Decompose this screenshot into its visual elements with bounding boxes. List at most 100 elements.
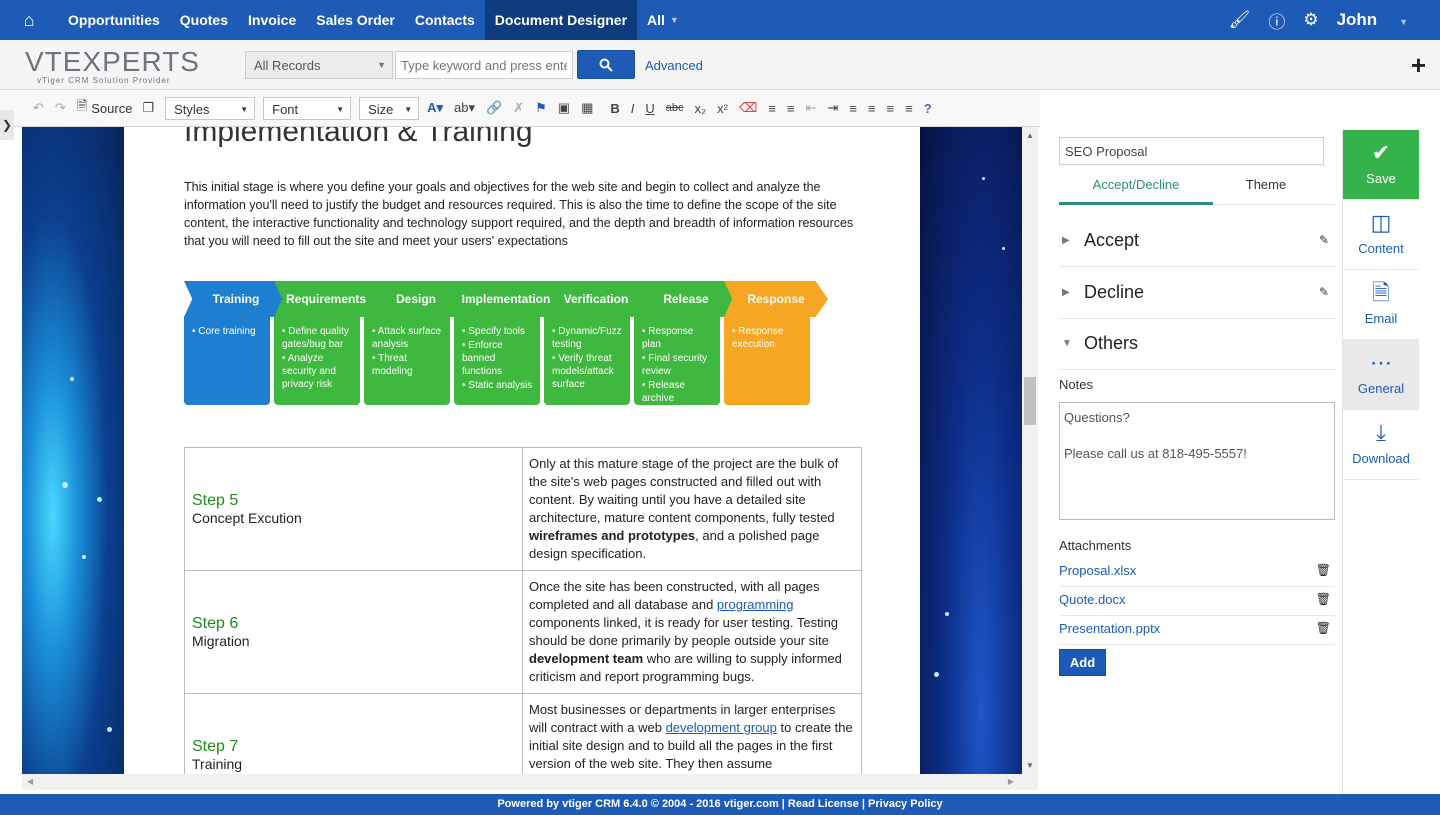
home-icon[interactable]: ⌂ <box>0 0 58 40</box>
expand-sidebar-toggle[interactable]: ❯ <box>0 110 14 140</box>
download-label: Download <box>1352 451 1410 466</box>
document-name-input[interactable]: SEO Proposal <box>1059 137 1324 165</box>
align-left-icon[interactable]: ≡ <box>849 101 857 116</box>
scroll-left-icon[interactable]: ◀ <box>27 777 33 786</box>
help-icon[interactable]: ? <box>924 101 932 116</box>
anchor-flag-icon[interactable]: ⚑ <box>535 100 547 116</box>
save-button[interactable]: ✔ Save <box>1343 130 1419 200</box>
programming-link[interactable]: programming <box>717 597 794 612</box>
accordion-label: Others <box>1084 333 1139 353</box>
attachment-name[interactable]: Proposal.xlsx <box>1059 563 1136 578</box>
document-title[interactable]: Implementation & Training <box>184 127 533 149</box>
align-center-icon[interactable]: ≡ <box>868 101 876 116</box>
gear-icon[interactable]: ⚙ <box>1303 10 1318 30</box>
table-icon[interactable]: ▦ <box>581 100 593 116</box>
nav-all-menu[interactable]: All ▼ <box>637 0 689 40</box>
development-group-link[interactable]: development group <box>666 720 777 735</box>
underline-icon[interactable]: U <box>645 101 654 116</box>
properties-panel: SEO Proposal Accept/Decline Theme ▶ Acce… <box>1040 127 1342 794</box>
scroll-right-icon[interactable]: ▶ <box>1008 777 1014 786</box>
step-description[interactable]: Most businesses or departments in larger… <box>522 693 862 774</box>
trash-icon[interactable]: 🗑 <box>1316 563 1331 577</box>
user-menu[interactable]: John ▼ <box>1337 10 1426 30</box>
step-description[interactable]: Once the site has been constructed, with… <box>522 570 862 694</box>
horizontal-scrollbar[interactable]: ◀ ▶ <box>22 774 1038 790</box>
highlight-icon[interactable]: ab▾ <box>454 100 475 116</box>
accordion-others[interactable]: ▼ Others <box>1059 318 1335 370</box>
tab-theme[interactable]: Theme <box>1189 172 1343 205</box>
source-button[interactable]: 🗎 Source <box>77 97 133 119</box>
advanced-search-link[interactable]: Advanced <box>645 58 703 73</box>
size-dropdown[interactable]: Size ▼ <box>359 96 420 120</box>
accordion-decline[interactable]: ▶ Decline ✎ <box>1059 267 1335 319</box>
copy-icon[interactable]: ❐ <box>142 100 154 116</box>
attachment-name[interactable]: Quote.docx <box>1059 592 1126 607</box>
numbered-list-icon[interactable]: ≡ <box>768 101 776 116</box>
search-button[interactable] <box>577 50 635 79</box>
document-canvas: Implementation & Training This initial s… <box>22 127 1022 774</box>
document-page[interactable]: Implementation & Training This initial s… <box>124 127 920 774</box>
unlink-icon[interactable]: ✗ <box>513 100 524 116</box>
step-cell[interactable]: Step 6 Migration <box>184 570 523 694</box>
scroll-down-icon[interactable]: ▼ <box>1026 761 1034 770</box>
text-color-icon[interactable]: A▾ <box>427 100 443 116</box>
search-input[interactable] <box>395 51 573 79</box>
attachment-item[interactable]: Quote.docx 🗑 <box>1059 592 1335 616</box>
link-icon[interactable]: 🔗 <box>486 100 502 116</box>
strikethrough-icon[interactable]: abc <box>666 102 684 114</box>
step-description[interactable]: Only at this mature stage of the project… <box>522 447 862 571</box>
image-icon[interactable]: ▣ <box>558 100 570 116</box>
process-bullet: • Enforce banned functions <box>462 340 503 377</box>
download-button[interactable]: ⤓ Download <box>1343 410 1419 480</box>
general-button[interactable]: ⋯ General <box>1343 340 1419 410</box>
superscript-icon[interactable]: x² <box>717 101 728 116</box>
nav-invoice[interactable]: Invoice <box>238 0 306 40</box>
intro-paragraph[interactable]: This initial stage is where you define y… <box>184 178 864 250</box>
vertical-scrollbar[interactable]: ▲ ▼ <box>1022 127 1038 774</box>
info-icon[interactable]: ⓘ <box>1268 8 1285 33</box>
trash-icon[interactable]: 🗑 <box>1316 592 1331 606</box>
nav-contacts[interactable]: Contacts <box>405 0 485 40</box>
scroll-up-icon[interactable]: ▲ <box>1026 131 1034 140</box>
italic-icon[interactable]: I <box>631 101 635 116</box>
process-bullet: • Release archive <box>642 380 685 404</box>
trash-icon[interactable]: 🗑 <box>1316 621 1331 635</box>
records-select-value: All Records <box>254 58 321 73</box>
font-dropdown[interactable]: Font ▼ <box>263 96 352 120</box>
bold-icon[interactable]: B <box>610 101 619 116</box>
undo-icon[interactable]: ↶ <box>33 100 44 116</box>
nav-opportunities[interactable]: Opportunities <box>58 0 170 40</box>
nav-sales-order[interactable]: Sales Order <box>306 0 405 40</box>
attachment-name[interactable]: Presentation.pptx <box>1059 621 1160 636</box>
process-bullet: • Core training <box>192 326 256 337</box>
records-select[interactable]: All Records ▼ <box>245 51 393 79</box>
outdent-icon[interactable]: ⇤ <box>806 100 817 116</box>
step-cell[interactable]: Step 5 Concept Excution <box>184 447 523 571</box>
content-label: Content <box>1358 241 1404 256</box>
indent-icon[interactable]: ⇥ <box>827 100 838 116</box>
attachment-item[interactable]: Proposal.xlsx 🗑 <box>1059 563 1335 587</box>
accordion-accept[interactable]: ▶ Accept ✎ <box>1059 215 1335 267</box>
add-attachment-button[interactable]: Add <box>1059 649 1106 676</box>
attachment-item[interactable]: Presentation.pptx 🗑 <box>1059 621 1335 645</box>
subscript-icon[interactable]: x₂ <box>695 101 707 116</box>
paintbrush-icon[interactable]: 🖌 <box>1229 10 1251 30</box>
content-button[interactable]: ◫ Content <box>1343 200 1419 270</box>
align-justify-icon[interactable]: ≡ <box>905 101 913 116</box>
redo-icon[interactable]: ↷ <box>55 100 66 116</box>
notes-textarea[interactable]: Questions? Please call us at 818-495-555… <box>1059 402 1335 520</box>
edit-pencil-icon[interactable]: ✎ <box>1319 233 1329 247</box>
remove-format-icon[interactable]: ⌫ <box>739 100 757 116</box>
bullet-list-icon[interactable]: ≡ <box>787 101 795 116</box>
step-cell[interactable]: Step 7 Training <box>184 693 523 774</box>
plus-icon[interactable]: + <box>1411 50 1426 81</box>
scrollbar-thumb[interactable] <box>1024 377 1036 425</box>
nav-document-designer[interactable]: Document Designer <box>484 0 638 40</box>
nav-quotes[interactable]: Quotes <box>170 0 238 40</box>
email-button[interactable]: 🗎 Email <box>1343 270 1419 340</box>
align-right-icon[interactable]: ≡ <box>887 101 895 116</box>
process-stage-title: Verification <box>544 281 648 317</box>
styles-dropdown[interactable]: Styles ▼ <box>165 96 256 120</box>
edit-pencil-icon[interactable]: ✎ <box>1319 285 1329 299</box>
logo[interactable]: VTEXPERTS vTiger CRM Solution Provider <box>25 48 199 86</box>
